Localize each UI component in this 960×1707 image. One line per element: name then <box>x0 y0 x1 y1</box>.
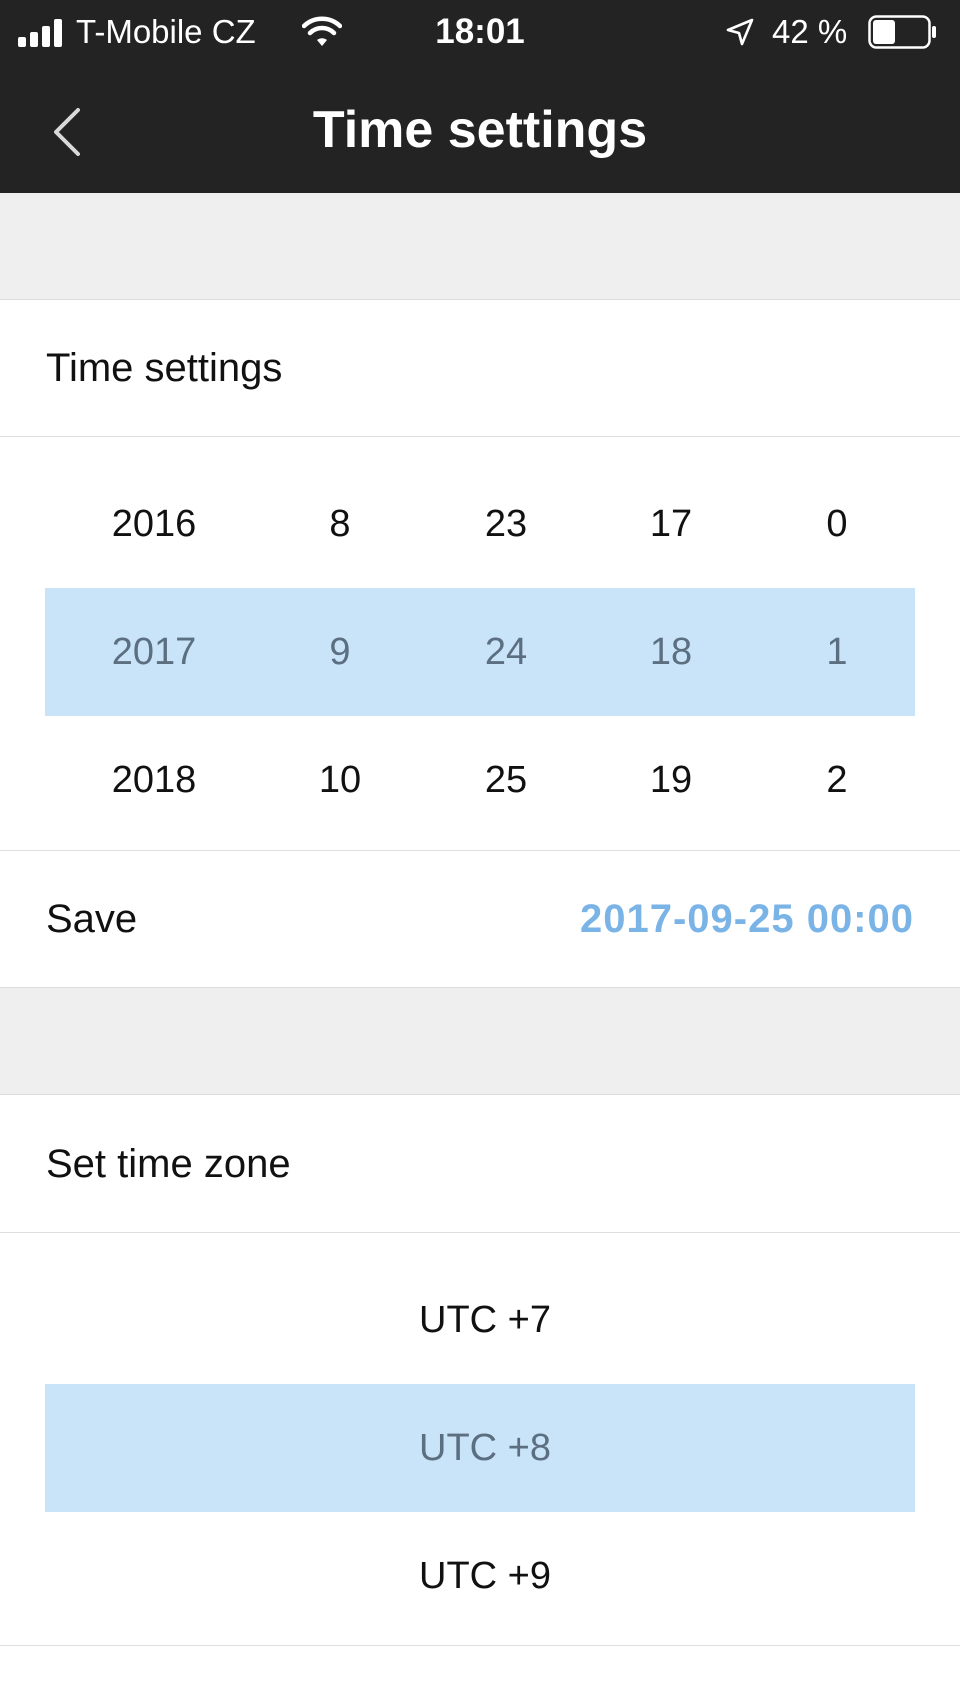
picker-year[interactable]: 2018 <box>76 716 232 844</box>
time-zone-label: Set time zone <box>46 1142 291 1186</box>
section-gap <box>0 193 960 299</box>
picker-month[interactable]: 10 <box>270 716 410 844</box>
picker-minute[interactable]: 1 <box>767 588 907 716</box>
picker-year[interactable]: 2017 <box>76 588 232 716</box>
picker-hour[interactable]: 18 <box>601 588 741 716</box>
section-gap <box>0 988 960 1094</box>
top-bar: T-Mobile CZ 18:01 42 % Time settings <box>0 0 960 193</box>
save-row[interactable]: Save 2017-09-25 00:00 <box>0 850 960 988</box>
picker-row[interactable]: 2018 10 25 19 2 <box>0 716 960 844</box>
status-bar: T-Mobile CZ 18:01 42 % <box>0 0 960 66</box>
battery-icon <box>868 15 936 49</box>
save-button[interactable]: Save <box>46 895 137 943</box>
time-zone-option-label[interactable]: UTC +7 <box>0 1256 960 1384</box>
picker-day[interactable]: 23 <box>436 460 576 588</box>
picker-hour[interactable]: 17 <box>601 460 741 588</box>
location-arrow-icon <box>726 18 754 46</box>
picker-day[interactable]: 24 <box>436 588 576 716</box>
time-zone-header: Set time zone <box>0 1094 960 1233</box>
picker-selected-row[interactable]: 2017 9 24 18 1 <box>45 588 915 716</box>
picker-day[interactable]: 25 <box>436 716 576 844</box>
time-settings-header: Time settings <box>0 299 960 437</box>
time-zone-option-label[interactable]: UTC +9 <box>0 1512 960 1640</box>
picker-year[interactable]: 2016 <box>76 460 232 588</box>
page-title: Time settings <box>312 101 648 159</box>
picker-hour[interactable]: 19 <box>601 716 741 844</box>
picker-row[interactable]: 2016 8 23 17 0 <box>0 460 960 588</box>
divider <box>0 1645 960 1646</box>
picker-minute[interactable]: 0 <box>767 460 907 588</box>
time-zone-option-label[interactable]: UTC +8 <box>45 1384 925 1512</box>
time-zone-option[interactable]: UTC +7 <box>0 1256 960 1384</box>
save-datetime-value: 2017-09-25 00:00 <box>579 897 914 941</box>
picker-month[interactable]: 9 <box>270 588 410 716</box>
nav-header: Time settings <box>0 66 960 193</box>
picker-minute[interactable]: 2 <box>767 716 907 844</box>
picker-month[interactable]: 8 <box>270 460 410 588</box>
time-settings-label: Time settings <box>46 346 283 390</box>
battery-percent: 42 % <box>772 13 848 50</box>
time-zone-option[interactable]: UTC +9 <box>0 1512 960 1640</box>
time-zone-selected-option[interactable]: UTC +8 <box>45 1384 915 1512</box>
